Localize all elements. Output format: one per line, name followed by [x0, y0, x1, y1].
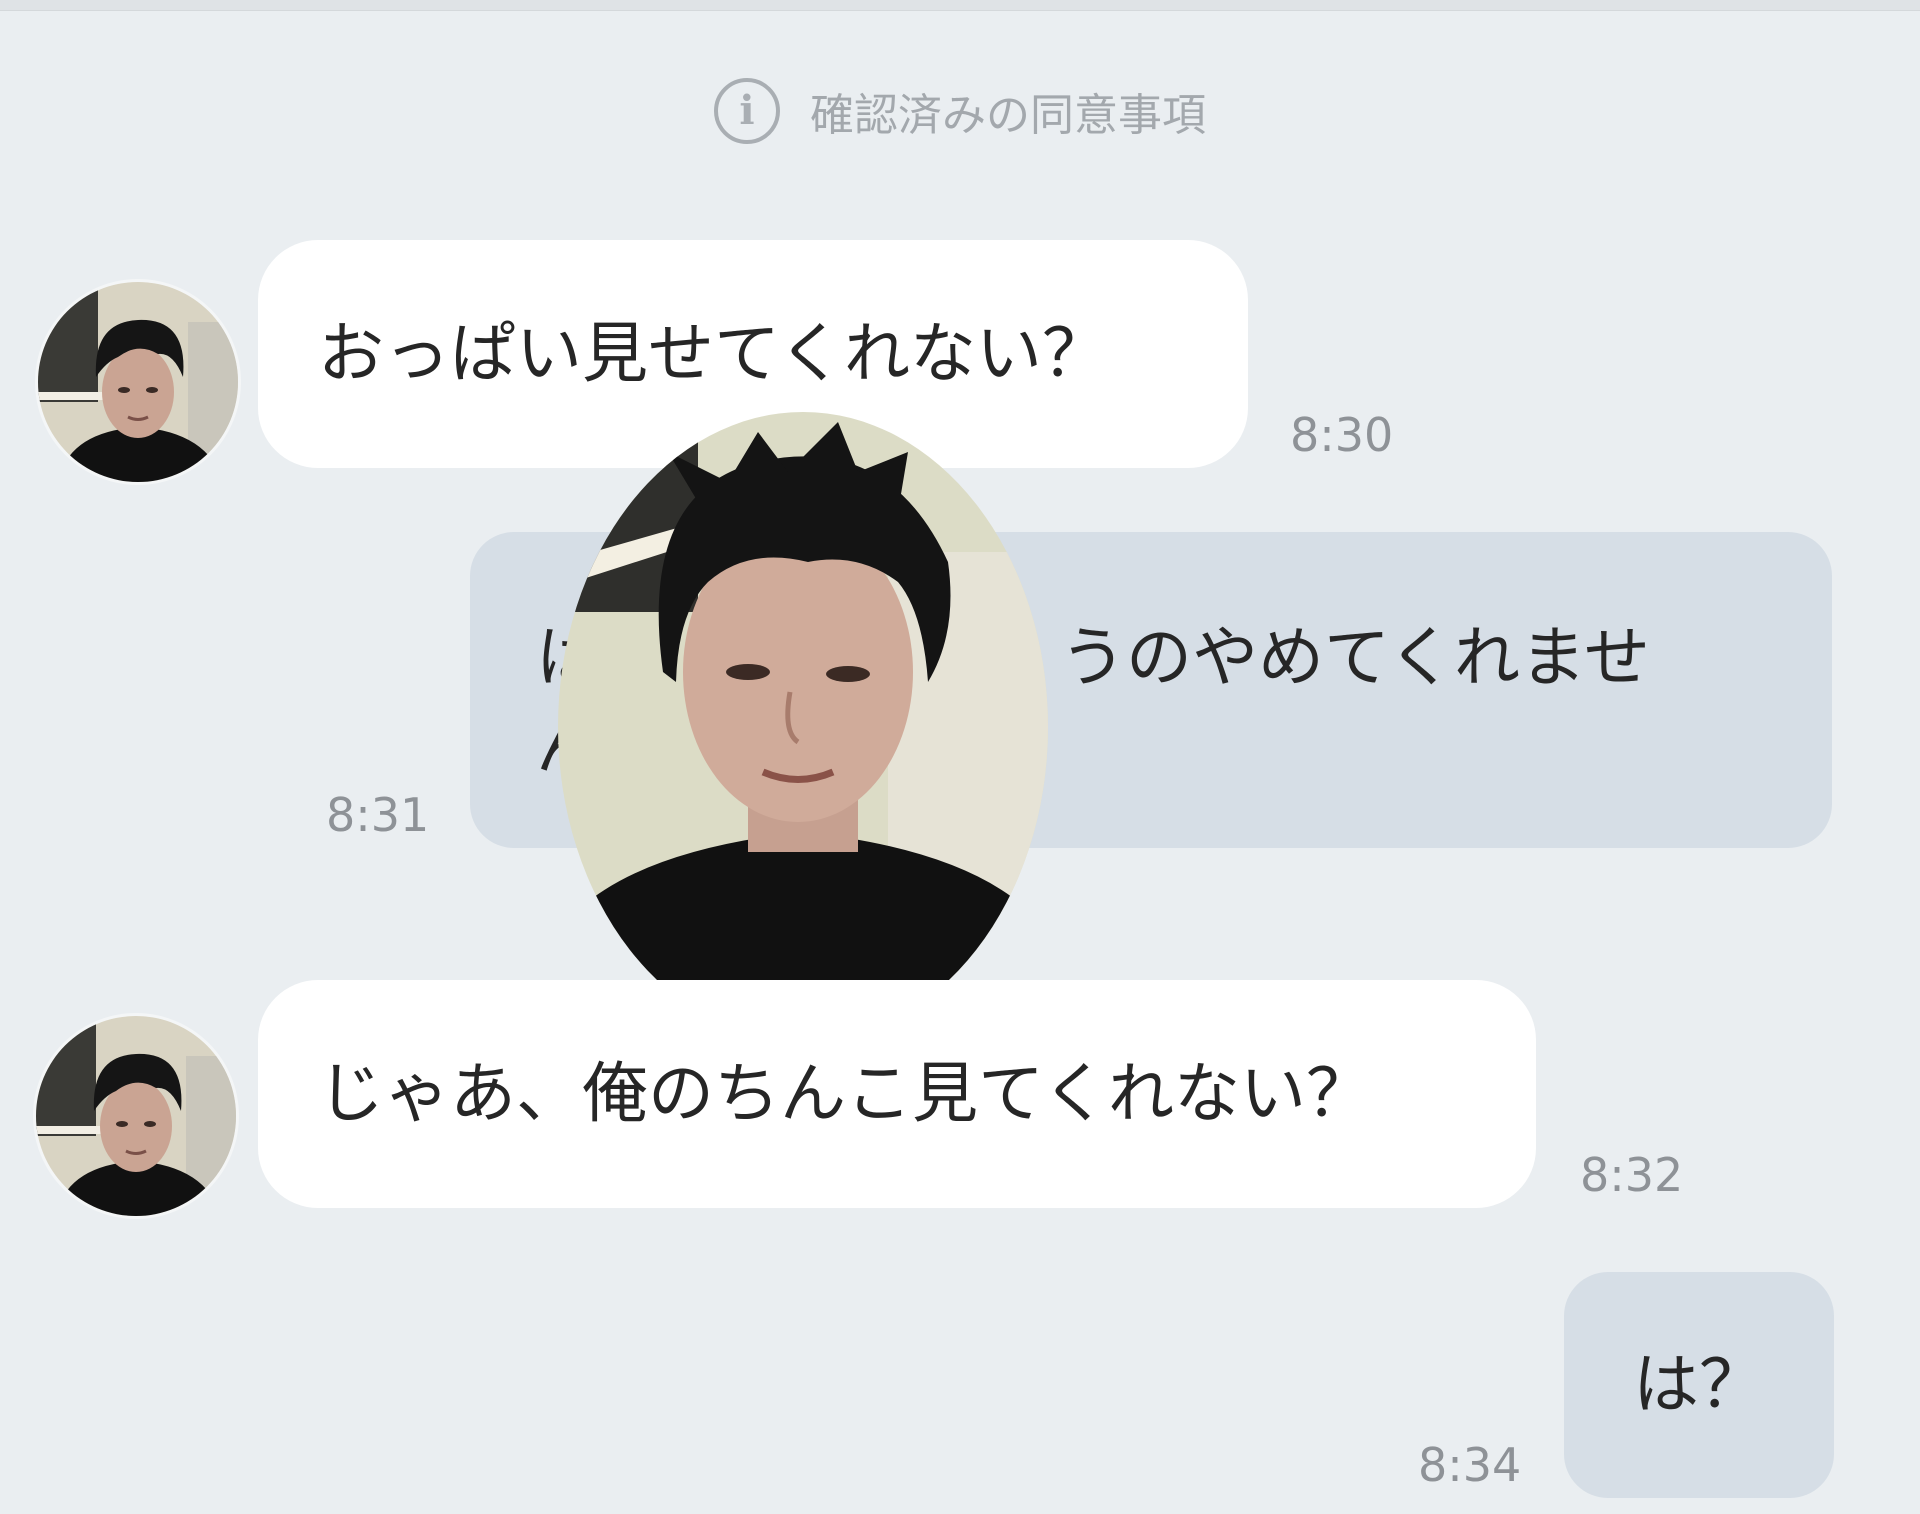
avatar-photo-icon: [36, 1016, 236, 1216]
outgoing-message-bubble[interactable]: は？: [1564, 1272, 1834, 1498]
enlarged-profile-photo: [558, 412, 1048, 1042]
message-text: は？: [1633, 1346, 1765, 1423]
message-timestamp: 8:34: [1418, 1438, 1522, 1492]
profile-photo-icon: [558, 412, 1048, 1042]
avatar-photo-icon: [38, 282, 238, 482]
info-icon: i: [714, 78, 780, 144]
message-text-part: うのやめてくれませ: [1060, 619, 1651, 696]
sender-avatar[interactable]: [38, 282, 238, 482]
consent-notice-text: 確認済みの同意事項: [810, 90, 1206, 141]
message-text: おっぱい見せてくれない？: [318, 315, 1109, 392]
top-divider: [0, 0, 1920, 11]
incoming-message-bubble[interactable]: じゃあ、俺のちんこ見てくれない？: [258, 980, 1536, 1208]
message-timestamp: 8:30: [1290, 408, 1394, 462]
message-text: じゃあ、俺のちんこ見てくれない？: [318, 1055, 1373, 1132]
message-timestamp: 8:31: [326, 788, 430, 842]
consent-notice[interactable]: i 確認済みの同意事項: [0, 78, 1920, 144]
message-timestamp: 8:32: [1580, 1148, 1684, 1202]
sender-avatar[interactable]: [36, 1016, 236, 1216]
